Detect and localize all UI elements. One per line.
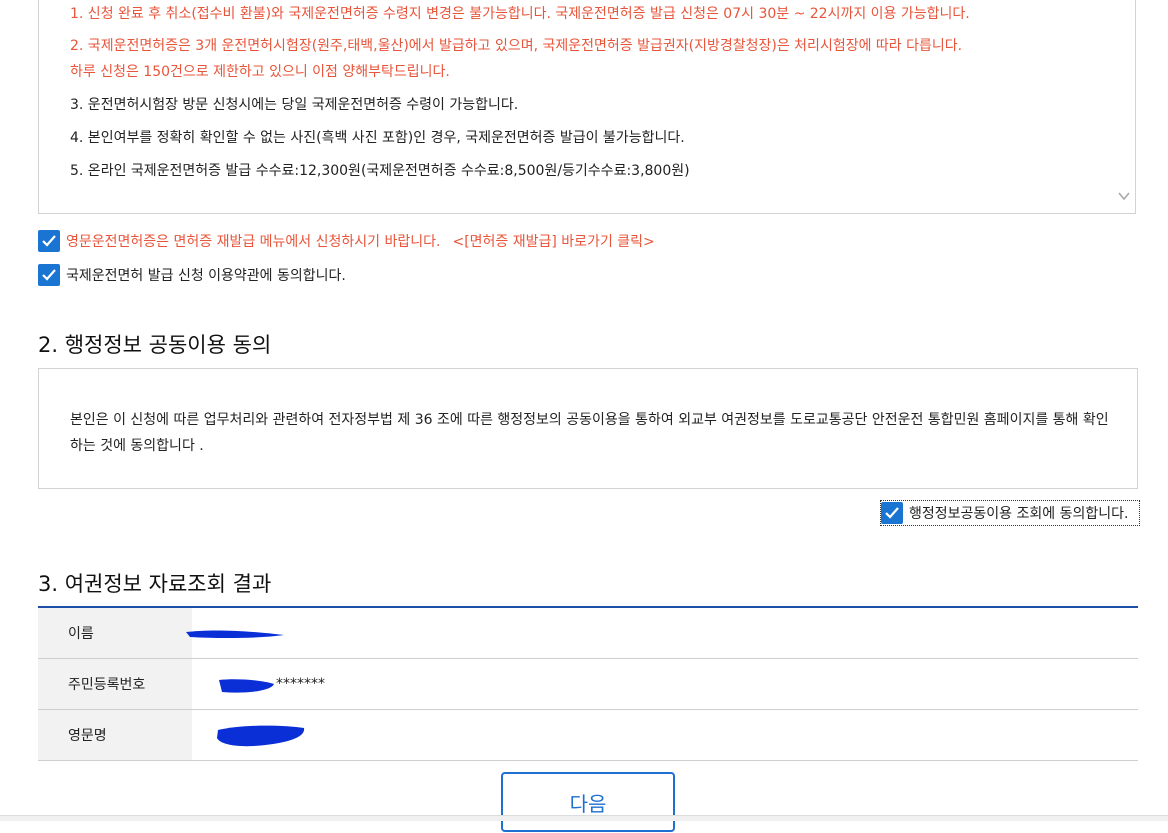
- admin-info-text: 본인은 이 신청에 따른 업무처리와 관련하여 전자정부법 제 36 조에 따른…: [70, 412, 1109, 454]
- terms-agree-label: 국제운전면허 발급 신청 이용약관에 동의합니다.: [66, 268, 346, 284]
- admin-info-agree-checkbox[interactable]: [881, 502, 903, 524]
- reissue-shortcut-link[interactable]: <[면허증 재발급] 바로가기 클릭>: [452, 231, 654, 251]
- checkmark-icon: [885, 507, 899, 519]
- terms-agree-check-row: 국제운전면허 발급 신청 이용약관에 동의합니다.: [38, 264, 346, 286]
- redaction-mark: [186, 630, 284, 639]
- terms-notice-3: 3. 운전면허시험장 방문 신청시에는 당일 국제운전면허증 수령이 가능합니다…: [70, 97, 519, 113]
- english-license-check-row: 영문운전면허증은 면허증 재발급 메뉴에서 신청하시기 바랍니다. <[면허증 …: [38, 230, 655, 252]
- passport-result-table: 이름 주민등록번호 ******* 영문명: [38, 606, 1138, 761]
- admin-info-agree-row: 행정정보공동이용 조회에 동의합니다.: [880, 500, 1140, 526]
- table-row: 이름: [38, 608, 1138, 659]
- redaction-mark: [217, 725, 305, 747]
- window-bottom-edge: [0, 815, 1168, 821]
- section-title-passport-result: 3. 여권정보 자료조회 결과: [38, 572, 272, 596]
- english-license-label: 영문운전면허증은 면허증 재발급 메뉴에서 신청하시기 바랍니다.: [66, 234, 441, 250]
- scroll-down-icon[interactable]: [1117, 189, 1131, 203]
- checkmark-icon: [42, 235, 56, 247]
- terms-notice-1: 1. 신청 완료 후 취소(접수비 환불)와 국제운전면허증 수령지 변경은 불…: [70, 6, 970, 22]
- english-name-header: 영문명: [38, 710, 192, 760]
- checkmark-icon: [42, 269, 56, 281]
- terms-notice-2: 2. 국제운전면허증은 3개 운전면허시험장(원주,태백,울산)에서 발급하고 …: [70, 38, 963, 54]
- terms-notice-5: 5. 온라인 국제운전면허증 발급 수수료:12,300원(국제운전면허증 수수…: [70, 163, 690, 179]
- rrn-header: 주민등록번호: [38, 659, 192, 709]
- section-title-admin-info: 2. 행정정보 공동이용 동의: [38, 333, 272, 357]
- name-value: [186, 608, 1138, 658]
- rrn-value: *******: [192, 659, 1138, 709]
- english-license-checkbox[interactable]: [38, 230, 60, 252]
- english-name-value: [192, 710, 1138, 760]
- name-header: 이름: [38, 608, 192, 658]
- table-row: 영문명: [38, 710, 1138, 761]
- terms-agree-checkbox[interactable]: [38, 264, 60, 286]
- terms-notice-4: 4. 본인여부를 정확히 확인할 수 없는 사진(흑백 사진 포함)인 경우, …: [70, 130, 685, 146]
- admin-info-box: 본인은 이 신청에 따른 업무처리와 관련하여 전자정부법 제 36 조에 따른…: [38, 368, 1138, 489]
- admin-info-agree-label: 행정정보공동이용 조회에 동의합니다.: [909, 506, 1129, 522]
- terms-box[interactable]: 1. 신청 완료 후 취소(접수비 환불)와 국제운전면허증 수령지 변경은 불…: [38, 0, 1136, 214]
- redaction-mark: [219, 679, 274, 693]
- next-button[interactable]: 다음: [501, 772, 675, 832]
- terms-notice-2-cont: 하루 신청은 150건으로 제한하고 있으니 이점 양해부탁드립니다.: [70, 64, 450, 80]
- table-row: 주민등록번호 *******: [38, 659, 1138, 710]
- rrn-masked-digits: *******: [276, 676, 325, 692]
